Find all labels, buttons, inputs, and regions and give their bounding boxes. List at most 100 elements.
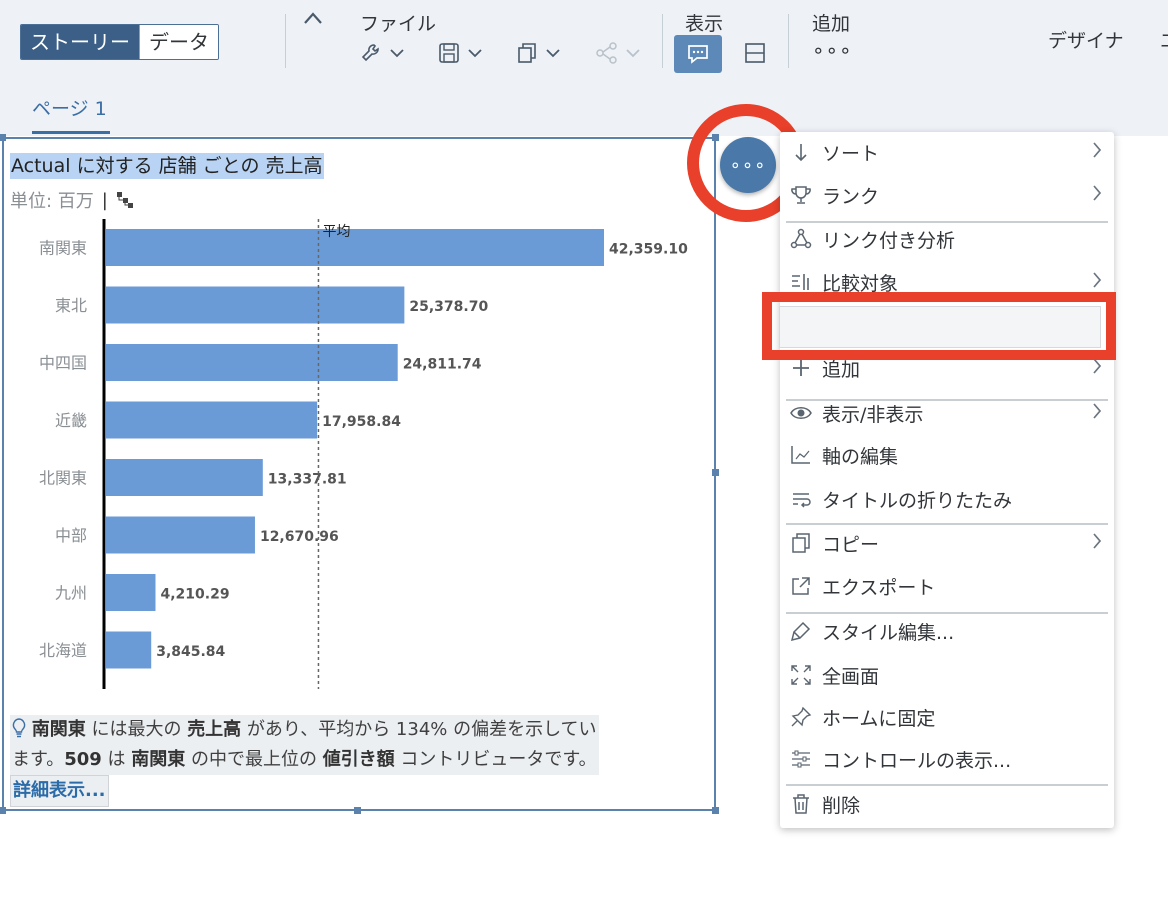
resize-handle[interactable] [0,807,6,814]
more-actions-button[interactable]: ∘∘∘ [720,137,776,193]
compare-icon [790,271,812,293]
view-group-label: 表示 [685,13,724,35]
value-label: 25,378.70 [409,299,488,315]
value-label: 24,811.74 [403,357,482,373]
menu-item-fullscreen[interactable]: 全画面 [780,655,1114,695]
menu-divider [786,784,1108,786]
chevron-down-icon [468,48,482,57]
trophy-icon [790,184,812,206]
menu-divider [786,612,1108,614]
insight-dimension: 南関東 [31,719,86,740]
value-label: 17,958.84 [322,414,401,430]
layout-icon [745,43,765,63]
smart-insight: 南関東 には最大の 売上高 があり、平均から 134% の偏差を示してい ます。… [10,715,700,807]
hierarchy-icon[interactable] [116,191,134,209]
chart-title[interactable]: Actual に対する 店舗 ごとの 売上高 [10,153,324,179]
menu-divider [786,523,1108,525]
menu-item-sort[interactable]: ソート [780,132,1114,172]
menu-item-wrap[interactable]: タイトルの折りたたみ [780,479,1114,519]
menu-item-brush[interactable]: スタイル編集... [780,611,1114,651]
chevron-down-icon [390,48,404,57]
edit-button-partial[interactable]: エ [1160,26,1168,53]
brush-icon [790,620,812,642]
category-label: 北海道 [39,641,87,660]
collapse-toolbar-icon[interactable] [303,10,323,29]
chevron-right-icon [1092,185,1102,205]
eye-icon [790,402,812,424]
chart-unit-label: 単位: 百万 [10,191,94,212]
resize-handle[interactable] [712,807,719,814]
menu-item-label: 全画面 [822,665,880,688]
bar-6[interactable] [106,574,156,611]
save-icon [439,43,459,63]
menu-item-network[interactable]: リンク付き分析 [780,219,1114,259]
bar-0[interactable] [106,229,604,266]
export-icon [790,575,812,597]
add-more-button[interactable]: ∘∘∘ [812,38,853,62]
show-details-link[interactable]: 詳細表示... [10,775,109,807]
resize-handle[interactable] [0,134,6,141]
sort-icon [790,141,812,163]
menu-divider [786,399,1108,401]
menu-item-copy[interactable]: コピー [780,523,1114,563]
menu-item-label: 削除 [822,794,861,817]
menu-item-label: コントロールの表示... [822,749,1012,772]
add-group-label: 追加 [812,13,851,35]
bar-5[interactable] [106,516,255,554]
wrap-icon [790,488,812,510]
menu-item-label: ランク [822,185,880,208]
value-label: 42,359.10 [609,242,688,258]
menu-item-pin[interactable]: ホームに固定 [780,697,1114,737]
designer-button[interactable]: デザイナ [1048,26,1124,53]
context-menu: ソートランクリンク付き分析比較対象スマートインサイトを追加追加表示/非表示軸の編… [780,132,1114,828]
story-mode-button[interactable]: ストーリー [21,25,139,59]
comment-view-button[interactable] [674,35,722,73]
chart-widget[interactable]: Actual に対する 店舗 ごとの 売上高 単位: 百万 | 南関東 42,35… [0,134,719,814]
value-label: 13,337.81 [268,472,347,488]
bar-4[interactable] [106,459,263,496]
menu-item-export[interactable]: エクスポート [780,566,1114,606]
copy-icon [790,532,812,554]
axis-icon [790,444,812,466]
plus-icon [790,357,812,379]
menu-item-trash[interactable]: 削除 [780,784,1114,824]
category-label: 九州 [55,584,87,603]
resize-handle[interactable] [354,807,361,814]
menu-item-label: エクスポート [822,576,936,599]
bar-1[interactable] [106,286,405,324]
category-label: 北関東 [39,469,87,488]
wrench-icon [361,44,379,62]
value-label: 4,210.29 [160,587,229,603]
menu-item-axis[interactable]: 軸の編集 [780,435,1114,475]
menu-item-label: ホームに固定 [822,707,936,730]
bar-3[interactable] [106,401,318,439]
menu-item-label: リンク付き分析 [822,229,956,252]
menu-item-controls[interactable]: コントロールの表示... [780,739,1114,779]
controls-icon [790,748,812,770]
menu-item-label: 表示/非表示 [822,403,924,426]
share-menu-button[interactable] [596,40,640,66]
trash-icon [790,793,812,815]
share-icon [596,42,617,64]
value-label: 3,845.84 [156,644,225,660]
bar-7[interactable] [106,631,152,669]
data-mode-button[interactable]: データ [139,25,218,59]
chevron-right-icon [1092,533,1102,553]
chevron-down-icon [626,48,640,57]
save-menu-button[interactable] [438,40,482,66]
active-tab-indicator [32,131,110,134]
lightbulb-icon [12,718,26,738]
layout-view-button[interactable] [744,42,766,68]
bar-2[interactable] [106,344,398,381]
category-label: 中四国 [39,354,87,373]
category-label: 東北 [55,296,87,315]
tab-page-1[interactable]: ページ 1 [32,94,107,121]
highlight-rectangle [762,292,1116,360]
toolbar-divider [662,14,663,68]
insight-line-2: ます。509 は 南関東 の中で最上位の 値引き額 コントリビュータです。 [10,745,700,775]
menu-item-trophy[interactable]: ランク [780,175,1114,215]
copy-menu-button[interactable] [516,40,560,66]
value-label: 12,670.96 [260,529,339,545]
tools-menu-button[interactable] [360,40,404,66]
chevron-right-icon [1092,358,1102,378]
